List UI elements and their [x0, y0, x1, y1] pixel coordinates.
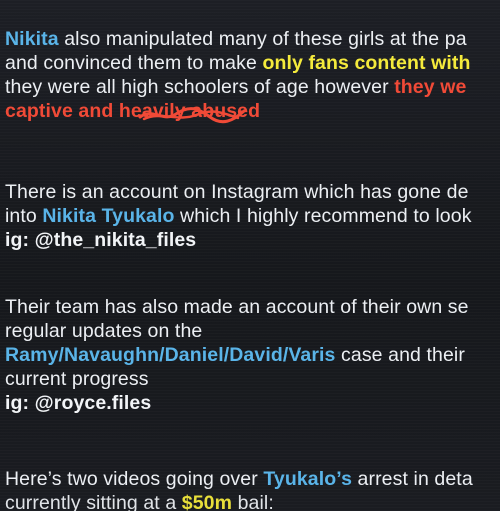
paragraph-team-updates: Their team has also made an account of t…: [5, 295, 500, 415]
text: case and their: [335, 344, 465, 366]
line: they were all high schoolers of age howe…: [5, 75, 500, 99]
red-highlight: they we: [394, 76, 467, 98]
line: and convinced them to make only fans con…: [5, 51, 500, 75]
line: ig: @royce.files: [5, 391, 500, 415]
screenshot-text-view: Nikita also manipulated many of these gi…: [0, 0, 500, 511]
line: current progress: [5, 367, 500, 391]
name-highlight: Tyukalo’s: [263, 468, 353, 490]
line: regular updates on the: [5, 319, 500, 343]
line: ig: @the_nikita_files: [5, 228, 500, 252]
line: into Nikita Tyukalo which I highly recom…: [5, 204, 500, 228]
line: Their team has also made an account of t…: [5, 295, 500, 319]
instagram-handle: ig: @royce.files: [5, 392, 152, 414]
line: Nikita also manipulated many of these gi…: [5, 27, 500, 51]
text: regular updates on the: [5, 320, 203, 342]
line: captive and heavily abused: [5, 99, 500, 124]
text: Their team has also made an account of t…: [5, 296, 469, 318]
red-highlight: captive and he: [5, 100, 142, 122]
text: There is an account on Instagram which h…: [5, 181, 469, 203]
line: Ramy/Navaughn/Daniel/David/Varis case an…: [5, 343, 500, 367]
text: Here’s two videos going over: [5, 468, 264, 490]
name-highlight: Nikita: [5, 28, 59, 50]
text: bail:: [232, 492, 274, 511]
yellow-highlight: $50m: [181, 492, 233, 511]
text: and convinced them to make: [5, 52, 263, 74]
yellow-highlight: only fans content with: [262, 52, 471, 74]
scribbled-text: avily abused: [138, 99, 261, 124]
text: also manipulated many of these girls at …: [58, 28, 467, 50]
paragraph-instagram-account: There is an account on Instagram which h…: [5, 180, 500, 252]
name-highlight: Nikita Tyukalo: [42, 205, 175, 227]
text: currently sitting at a: [5, 492, 182, 511]
text: which I highly recommend to look: [174, 205, 472, 227]
paragraph-arrest-videos: Here’s two videos going over Tyukalo’s a…: [5, 467, 500, 511]
text: into: [5, 205, 43, 227]
line: There is an account on Instagram which h…: [5, 180, 500, 204]
line: currently sitting at a $50m bail:: [5, 491, 500, 511]
text: current progress: [5, 368, 149, 390]
paragraph-nikita-manipulation: Nikita also manipulated many of these gi…: [5, 27, 500, 124]
line: Here’s two videos going over Tyukalo’s a…: [5, 467, 500, 491]
text: arrest in deta: [352, 468, 473, 490]
names-highlight: Ramy/Navaughn/Daniel/David/Varis: [5, 344, 336, 366]
text: they were all high schoolers of age howe…: [5, 76, 395, 98]
instagram-handle: ig: @the_nikita_files: [5, 229, 197, 251]
text: avily abused: [141, 100, 261, 122]
